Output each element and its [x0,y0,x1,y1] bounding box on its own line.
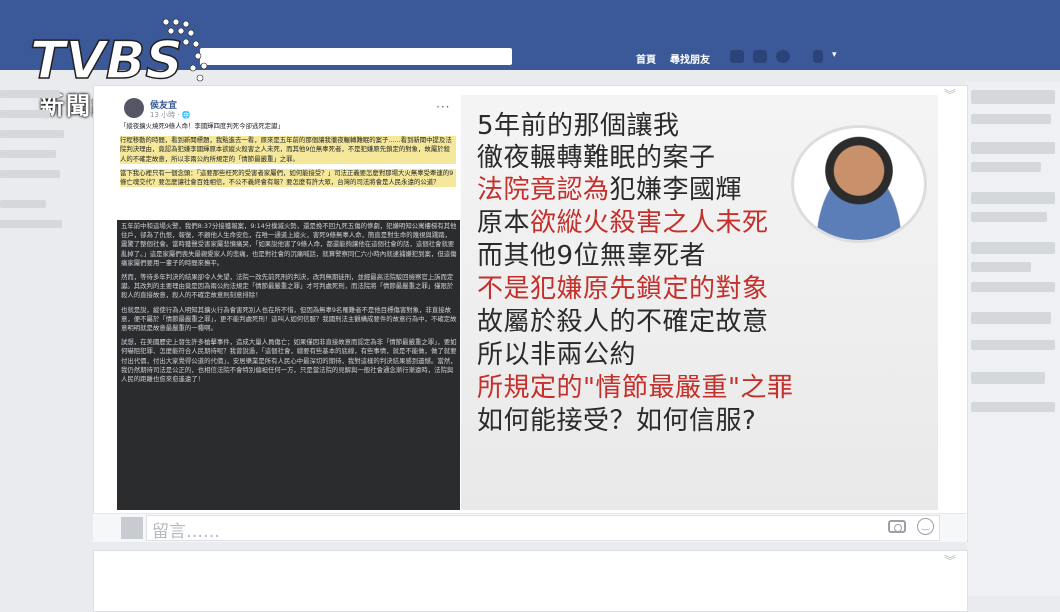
account-menu-chevron-icon[interactable]: ▾ [832,50,837,60]
post-paragraph: 也就是說，縱使行為人明知其擴火行為會害死別人也在所不惜，但因為無辜9名罹難者不是… [121,305,457,333]
post-paragraph: 行程移動的時間，看到新聞標題，我點進去一看，原來是五年前的那個讓我徹夜輾轉難眠的… [120,136,456,164]
image-text-line: 不是犯嫌原先鎖定的對象 [477,274,769,304]
image-text-line: 原本欲縱火殺害之人未死 [477,208,769,238]
right-sidebar [966,82,1060,596]
left-sidebar-placeholder [0,220,62,228]
post-paragraph: 試想，在美國歷史上發生許多槍擊事件，造成大量人員傷亡；如果僅因非直接故意而認定為… [121,338,457,384]
post-body: 「縱夜擴火燒死9條人命！李國輝四度判死今卻逃死定讞」 行程移動的時間，看到新聞標… [120,122,456,192]
left-sidebar-placeholder [0,130,64,138]
post-text-screenshot: 五年前中和這場火警，我們8:37分接獲報案，9:14分撲滅火勢，還是挽不回九死五… [117,220,460,510]
post-paragraph: 當下我心裡只有一個念頭：「這要那些枉死的受害者家屬們，如何能接受？」司法正義要怎… [120,168,456,188]
chevron-down-icon[interactable]: ︾ [944,552,956,569]
notifications-icon[interactable] [776,50,790,63]
comment-input[interactable] [146,515,940,541]
author-avatar[interactable] [124,98,144,118]
post-paragraph: 五年前中和這場火警，我們8:37分接獲報案，9:14分撲滅火勢，還是挽不回九死五… [121,222,457,267]
privacy-shortcuts-icon[interactable] [813,50,823,63]
post-body-continued: 五年前中和這場火警，我們8:37分接獲報案，9:14分撲滅火勢，還是挽不回九死五… [121,222,457,389]
left-sidebar-placeholder [0,200,46,208]
friend-requests-icon[interactable] [730,50,744,63]
svg-text:TVBS: TVBS [30,31,183,91]
messages-icon[interactable] [753,50,767,63]
image-text-line: 而其他9位無辜死者 [477,241,707,271]
portrait-photo [791,125,927,243]
image-text-line: 如何能接受？如何信服? [477,406,757,436]
image-text-line: 所以非兩公約 [477,340,637,370]
user-avatar [121,517,143,539]
image-text-line: 故屬於殺人的不確定故意 [477,307,769,337]
more-options-icon[interactable]: ··· [436,100,450,114]
post-title: 「縱夜擴火燒死9條人命！李國輝四度判死今卻逃死定讞」 [120,122,284,130]
left-sidebar-placeholder [0,110,50,118]
post-paragraph: 然而，等待多年判決的結果卻令人失望，法院一改先前死刑的判決，改判無期徒刑，並經最… [121,273,454,300]
emoji-icon[interactable]: ‿ [917,518,934,535]
chevron-down-icon[interactable]: ︾ [944,86,956,103]
image-text-line: 法院竟認為犯嫌李國輝 [477,175,743,205]
nav-find-friends-link[interactable]: 尋找朋友 [670,51,710,66]
post-image[interactable]: 5年前的那個讓我 徹夜輾轉難眠的案子 法院竟認為犯嫌李國輝 原本欲縱火殺害之人未… [461,95,938,510]
left-sidebar-placeholder [0,150,56,158]
search-input[interactable] [200,48,512,65]
image-text-line: 所規定的"情節最嚴重"之罪 [477,373,794,403]
next-post-card [93,550,968,612]
camera-icon[interactable] [888,520,906,533]
nav-home-link[interactable]: 首頁 [636,51,656,66]
post-timestamp[interactable]: 13 小時 · 🌐 [150,110,191,120]
left-sidebar-placeholder [0,90,60,98]
left-sidebar-placeholder [0,170,60,178]
comment-placeholder: 留言…… [152,522,220,542]
